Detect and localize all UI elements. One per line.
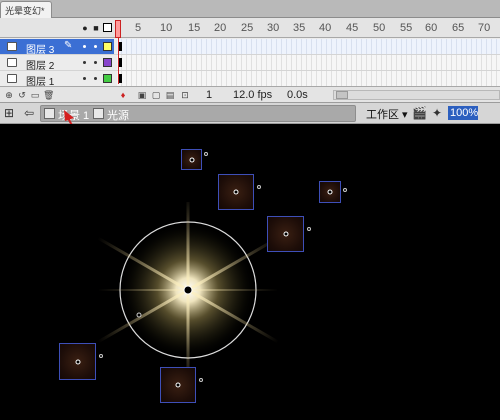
timeline-header: ● ■ 5 10 15 20 25 30 35 40 45 50 55 60 6… xyxy=(0,18,500,38)
edit-scene-icon[interactable]: 🎬 xyxy=(412,106,427,120)
transform-point xyxy=(307,227,311,231)
frame-track[interactable] xyxy=(117,39,500,54)
timeline-toggle-icon[interactable]: ⊞ xyxy=(2,106,16,120)
layer-icon xyxy=(7,58,17,67)
outline-icon[interactable] xyxy=(103,23,112,32)
movieclip-icon xyxy=(93,108,104,119)
playhead-line xyxy=(118,38,119,84)
frame-number: 65 xyxy=(452,22,465,34)
edit-symbol-icon[interactable]: ✦ xyxy=(430,106,444,120)
registration-point xyxy=(327,189,333,195)
delete-layer-icon[interactable]: 🗑 xyxy=(43,90,54,100)
layer-color-swatch[interactable] xyxy=(103,74,112,83)
new-folder-icon[interactable]: ▭ xyxy=(30,90,40,100)
layer-name: 图层 2 xyxy=(26,61,55,72)
light-symbol-instance[interactable] xyxy=(59,343,103,380)
workspace-menu[interactable]: 工作区 ▾ xyxy=(366,106,408,122)
transform-point xyxy=(99,354,103,358)
scrollbar-thumb[interactable] xyxy=(336,91,348,99)
scene-icon xyxy=(44,108,55,119)
lock-dot[interactable] xyxy=(94,77,97,80)
frame-number: 55 xyxy=(400,22,413,34)
eye-icon[interactable]: ● xyxy=(80,23,90,33)
registration-point xyxy=(75,359,80,364)
workspace-label: 工作区 xyxy=(366,109,399,121)
registration-point xyxy=(189,157,194,162)
light-symbol-instance[interactable] xyxy=(160,367,203,403)
lock-dot[interactable] xyxy=(94,45,97,48)
transform-point xyxy=(257,185,261,189)
document-tab-bar: 光晕变幻* xyxy=(0,0,500,18)
transform-point xyxy=(204,152,208,156)
frame-track[interactable] xyxy=(117,71,500,86)
breadcrumb-symbol[interactable]: 光源 xyxy=(107,107,129,123)
visibility-dot[interactable] xyxy=(83,61,86,64)
light-symbol-instance[interactable] xyxy=(267,216,311,252)
onion-outline-icon[interactable]: ▢ xyxy=(151,90,161,100)
timeline-panel: ● ■ 5 10 15 20 25 30 35 40 45 50 55 60 6… xyxy=(0,18,500,102)
frame-ruler[interactable]: 5 10 15 20 25 30 35 40 45 50 55 60 65 70 xyxy=(117,18,500,38)
frame-number: 60 xyxy=(425,22,438,34)
edit-multiple-frames-icon[interactable]: ▤ xyxy=(165,90,175,100)
frame-track[interactable] xyxy=(117,55,500,70)
layer-color-swatch[interactable] xyxy=(103,42,112,51)
frame-number: 20 xyxy=(214,22,227,34)
zoom-field[interactable]: 100% xyxy=(448,106,478,120)
current-frame: 1 xyxy=(206,89,213,101)
registration-point xyxy=(283,231,288,237)
timeline-footer: ⊕ ↺ ▭ 🗑 ♦ ▣ ▢ ▤ ⊡ 1 12.0 fps 0.0s xyxy=(0,86,500,102)
layer-name-cell[interactable]: 图层 3 ✎ xyxy=(0,39,114,56)
layer-icon xyxy=(7,42,17,51)
back-arrow-icon[interactable]: ⇦ xyxy=(22,106,36,120)
center-frame-icon[interactable]: ♦ xyxy=(118,90,128,100)
light-symbol-instance[interactable] xyxy=(218,174,261,210)
stage[interactable] xyxy=(0,124,500,420)
lock-dot[interactable] xyxy=(94,61,97,64)
frame-number: 15 xyxy=(188,22,201,34)
timeline-scrollbar[interactable] xyxy=(333,90,500,100)
layer-name: 图层 3 xyxy=(26,45,55,56)
layer-row-2[interactable]: 图层 2 xyxy=(0,55,500,72)
frame-number: 5 xyxy=(135,22,142,34)
playhead[interactable] xyxy=(115,20,121,38)
pencil-icon: ✎ xyxy=(64,40,73,51)
layer-name-cell[interactable]: 图层 1 xyxy=(0,71,114,88)
frame-number: 45 xyxy=(346,22,359,34)
new-layer-icon[interactable]: ⊕ xyxy=(4,90,14,100)
layer-color-swatch[interactable] xyxy=(103,58,112,67)
transform-point xyxy=(199,378,203,382)
registration-point xyxy=(233,189,239,195)
frame-rate[interactable]: 12.0 fps xyxy=(233,89,272,101)
frame-number: 35 xyxy=(293,22,306,34)
layer-icon xyxy=(7,74,17,83)
document-tab[interactable]: 光晕变幻* xyxy=(0,1,52,18)
lock-icon[interactable]: ■ xyxy=(91,23,101,33)
elapsed-time: 0.0s xyxy=(287,89,308,101)
frame-number: 40 xyxy=(319,22,332,34)
modify-markers-icon[interactable]: ⊡ xyxy=(180,90,190,100)
frame-number: 30 xyxy=(267,22,280,34)
frame-number: 10 xyxy=(160,22,173,34)
onion-skin-icon[interactable]: ▣ xyxy=(137,90,147,100)
layer-row-3[interactable]: 图层 3 ✎ xyxy=(0,39,500,56)
light-symbol-instance[interactable] xyxy=(319,181,347,203)
registration-point xyxy=(175,382,181,388)
layer-row-1[interactable]: 图层 1 xyxy=(0,71,500,88)
visibility-dot[interactable] xyxy=(83,77,86,80)
visibility-dot[interactable] xyxy=(83,45,86,48)
motion-guide-icon[interactable]: ↺ xyxy=(17,90,27,100)
frame-number: 25 xyxy=(241,22,254,34)
transform-point xyxy=(343,188,347,192)
frame-number: 50 xyxy=(373,22,386,34)
layer-name-cell[interactable]: 图层 2 xyxy=(0,55,114,72)
light-symbol-instance[interactable] xyxy=(181,149,208,170)
frame-number: 70 xyxy=(478,22,491,34)
light-flare[interactable] xyxy=(80,202,296,378)
